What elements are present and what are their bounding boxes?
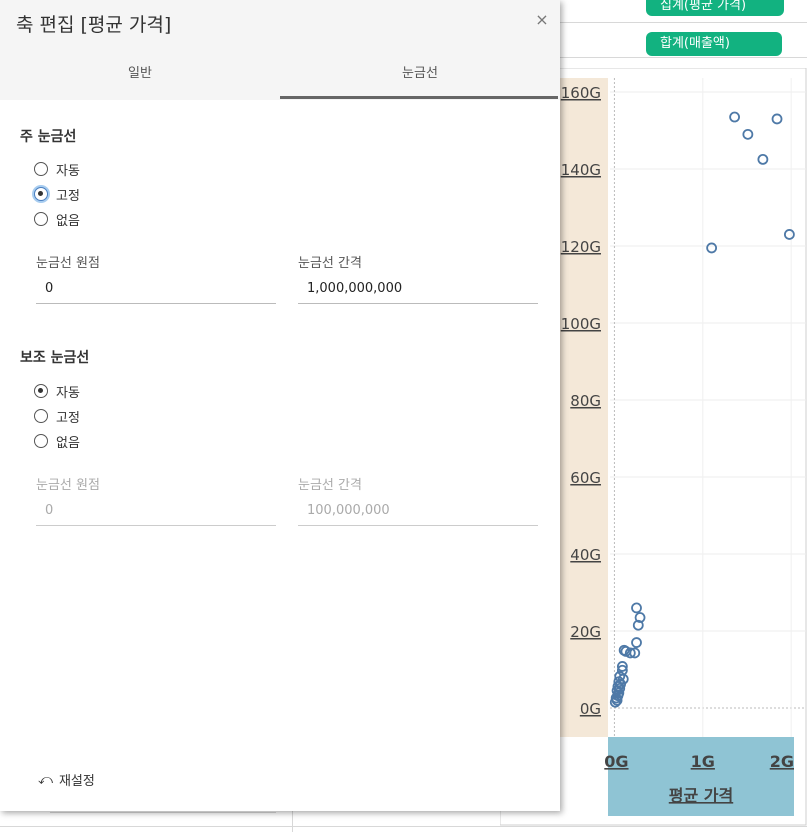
dialog-title: 축 편집 [평균 가격] <box>16 14 172 36</box>
card-edge <box>50 812 276 813</box>
y-tick-label: 140G <box>561 161 601 179</box>
edit-axis-dialog: 축 편집 [평균 가격] × 일반 눈금선 주 눈금선 자동 고정 없음 눈금선… <box>0 0 560 811</box>
major-option-fixed[interactable]: 고정 <box>34 183 80 205</box>
y-tick-label: 160G <box>561 84 601 102</box>
minor-option-auto[interactable]: 자동 <box>34 380 80 402</box>
y-tick-label: 60G <box>570 469 601 487</box>
major-origin-label: 눈금선 원점 <box>36 256 100 271</box>
radio-button[interactable] <box>34 434 48 448</box>
radio-button[interactable] <box>34 162 48 176</box>
radio-label: 없음 <box>56 213 80 229</box>
reset-button[interactable]: ⤺ 재설정 <box>38 770 95 790</box>
y-tick-label: 20G <box>570 623 601 641</box>
marks-pill-sum-sales[interactable]: 합계(매출액) <box>646 32 782 56</box>
major-interval-label: 눈금선 간격 <box>298 256 362 271</box>
radio-button-selected[interactable] <box>34 187 48 201</box>
minor-interval-input <box>298 496 538 526</box>
major-gridlines-title: 주 눈금선 <box>20 129 77 145</box>
major-option-none[interactable]: 없음 <box>34 208 80 230</box>
radio-button[interactable] <box>34 212 48 226</box>
radio-label: 고정 <box>56 188 80 204</box>
reset-label: 재설정 <box>58 774 95 789</box>
radio-button-selected[interactable] <box>34 384 48 398</box>
marks-pill-avg-price[interactable]: 집계(평균 가격) <box>646 0 784 16</box>
undo-icon: ⤺ <box>38 771 53 788</box>
radio-button[interactable] <box>34 409 48 423</box>
x-tick-label: 0G <box>604 752 628 771</box>
x-axis-title[interactable]: 평균 가격 <box>669 786 733 805</box>
minor-origin-input <box>36 496 276 526</box>
y-tick-label: 80G <box>570 392 601 410</box>
major-interval-input[interactable] <box>298 274 538 304</box>
radio-label: 자동 <box>56 385 80 401</box>
major-origin-input[interactable] <box>36 274 276 304</box>
x-tick-label: 1G <box>691 752 715 771</box>
radio-label: 없음 <box>56 435 80 451</box>
x-tick-label: 2G <box>770 752 794 771</box>
minor-interval-label: 눈금선 간격 <box>298 478 362 493</box>
radio-label: 자동 <box>56 163 80 179</box>
y-tick-label: 120G <box>561 238 601 256</box>
y-tick-label: 40G <box>570 546 601 564</box>
tab-general[interactable]: 일반 <box>0 64 280 98</box>
shelf-divider <box>560 57 807 58</box>
active-tab-indicator <box>280 96 558 99</box>
minor-gridlines-title: 보조 눈금선 <box>20 350 90 366</box>
tab-gridlines[interactable]: 눈금선 <box>280 64 560 98</box>
minor-origin-label: 눈금선 원점 <box>36 478 100 493</box>
y-tick-label: 0G <box>580 700 601 718</box>
bottom-divider <box>0 826 807 827</box>
dialog-header: 축 편집 [평균 가격] × 일반 눈금선 <box>0 0 560 100</box>
close-icon[interactable]: × <box>532 10 552 30</box>
minor-option-fixed[interactable]: 고정 <box>34 405 80 427</box>
y-tick-label: 100G <box>561 315 601 333</box>
shelf-divider <box>560 22 807 23</box>
bottom-divider-vertical <box>292 811 293 832</box>
major-option-auto[interactable]: 자동 <box>34 158 80 180</box>
minor-option-none[interactable]: 없음 <box>34 430 80 452</box>
radio-label: 고정 <box>56 410 80 426</box>
